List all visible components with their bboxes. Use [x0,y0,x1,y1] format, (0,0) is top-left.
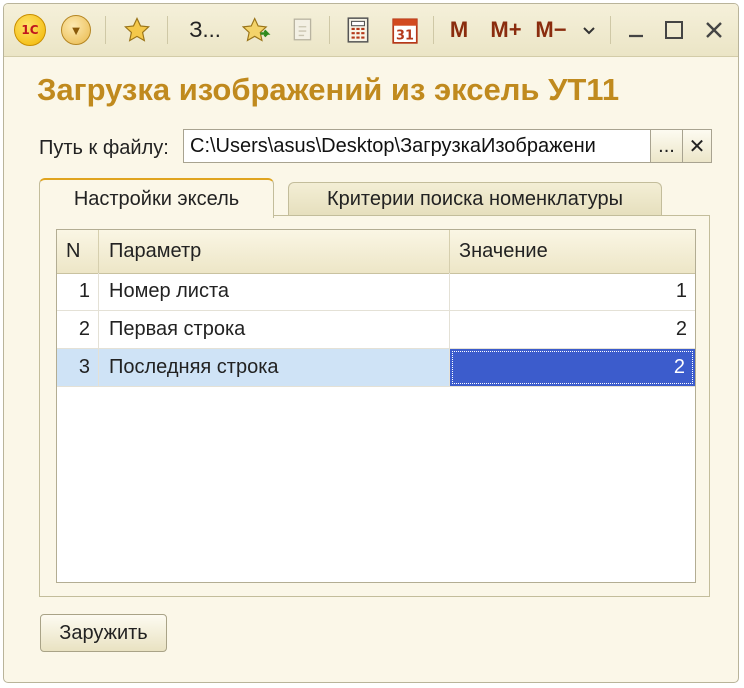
app-window: 1С ▼ З... 31 M M+ M− Загрузка изображени… [3,3,739,683]
row-value-active-cell[interactable]: 2 [450,349,695,386]
minimize-button[interactable] [622,14,650,46]
tab-label: Настройки эксель [73,187,240,210]
history-button[interactable]: З... [184,14,226,46]
clear-icon: ✕ [688,135,706,158]
toolbar-separator [167,16,168,44]
app-logo-button[interactable]: 1С [14,14,46,46]
row-number: 1 [57,273,99,310]
star-icon [124,16,150,42]
table-header: N Параметр Значение [57,230,695,274]
column-header-parameter[interactable]: Параметр [99,230,450,273]
calendar-icon: 31 [392,18,418,44]
calculator-icon [347,17,369,43]
memory-label: M [449,17,469,42]
toolbar-separator [105,16,106,44]
link-button[interactable] [288,14,318,46]
close-window-button[interactable] [700,14,728,46]
row-number: 2 [57,311,99,348]
load-button-label: Заружить [59,621,148,644]
toolbar-separator [433,16,434,44]
path-label: Путь к файлу: [39,137,169,159]
column-header-value[interactable]: Значение [450,230,695,273]
memory-minus-label: M− [535,17,567,42]
table-row-selected[interactable]: 3 Последняя строка 2 [57,349,695,387]
browse-label: ... [658,134,675,157]
minimize-icon [629,34,643,38]
row-parameter[interactable]: Первая строка [99,311,450,348]
chevron-down-icon [583,27,595,35]
star-add-icon [242,17,271,42]
toolbar-dropdown-button[interactable] [578,14,600,46]
memory-minus-button[interactable]: M− [532,14,570,46]
close-icon [706,22,722,38]
history-label: З... [189,17,221,42]
row-value[interactable]: 2 [450,311,695,348]
document-icon [293,18,312,41]
table-row[interactable]: 2 Первая строка 2 [57,311,695,349]
toolbar-separator [610,16,611,44]
memory-plus-button[interactable]: M+ [487,14,525,46]
column-header-n[interactable]: N [57,230,99,273]
logo-1c-icon: 1С [14,14,46,46]
maximize-button[interactable] [660,14,688,46]
toolbar: 1С ▼ З... 31 M M+ M− [4,4,738,57]
main-menu-button[interactable]: ▼ [61,14,91,46]
table-row[interactable]: 1 Номер листа 1 [57,273,695,311]
toolbar-separator [329,16,330,44]
svg-text:31: 31 [396,29,414,44]
memory-plus-label: M+ [490,17,522,42]
parameters-table[interactable]: N Параметр Значение 1 Номер листа 1 2 Пе… [56,229,696,583]
form-title: Загрузка изображений из эксель УТ11 [37,72,620,107]
tab-excel-settings[interactable]: Настройки эксель [39,178,274,218]
row-parameter[interactable]: Последняя строка [99,349,450,386]
tab-label: Критерии поиска номенклатуры [326,188,624,210]
calendar-button[interactable]: 31 [389,14,421,46]
load-button[interactable]: Заружить [40,614,167,652]
row-parameter[interactable]: Номер листа [99,273,450,310]
row-number: 3 [57,349,99,386]
memory-button[interactable]: M [445,14,473,46]
chevron-down-icon: ▼ [61,15,91,45]
calculator-button[interactable] [342,14,374,46]
tab-search-criteria[interactable]: Критерии поиска номенклатуры [288,182,662,216]
row-value[interactable]: 1 [450,273,695,310]
maximize-icon [665,21,683,39]
favorites-button[interactable] [120,14,154,46]
clear-path-button[interactable]: ✕ [682,129,712,163]
file-path-input[interactable]: C:\Users\asus\Desktop\ЗагрузкаИзображени [183,129,651,163]
browse-button[interactable]: ... [650,129,683,163]
add-favorite-button[interactable] [240,14,274,46]
